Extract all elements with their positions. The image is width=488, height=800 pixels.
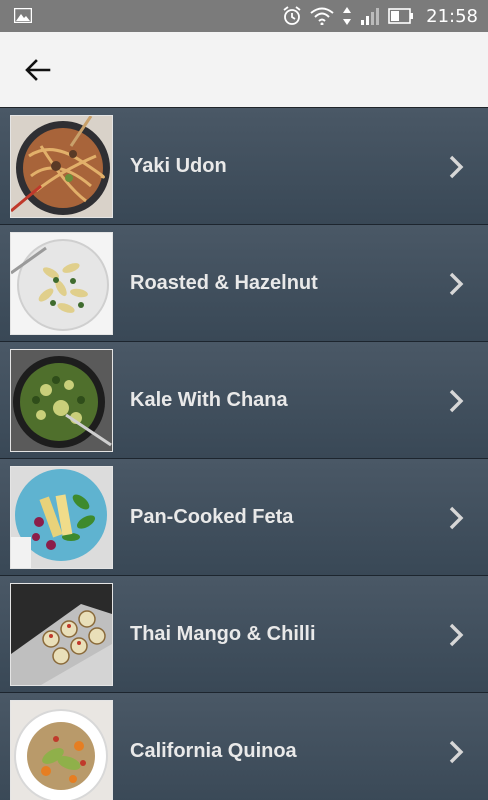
recipe-thumbnail (10, 349, 113, 452)
list-item-roasted-hazelnut[interactable]: Roasted & Hazelnut (0, 225, 488, 342)
app-bar (0, 32, 488, 108)
chevron-right-icon (449, 623, 464, 647)
chevron-right-icon (449, 740, 464, 764)
recipe-title: Kale With Chana (130, 389, 288, 411)
signal-icon (361, 8, 380, 25)
battery-icon (388, 8, 414, 24)
chevron-right-icon (449, 506, 464, 530)
clock: 21:58 (426, 5, 478, 27)
list-item-california-quinoa[interactable]: California Quinoa (0, 693, 488, 800)
chevron-right-icon (449, 389, 464, 413)
arrow-left-icon (25, 59, 51, 81)
recipe-title: Pan-Cooked Feta (130, 506, 294, 528)
recipe-thumbnail (10, 232, 113, 335)
recipe-title: Thai Mango & Chilli (130, 623, 316, 645)
status-bar: 21:58 (0, 0, 488, 32)
list-item-thai-mango-chilli[interactable]: Thai Mango & Chilli (0, 576, 488, 693)
list-item-kale-with-chana[interactable]: Kale With Chana (0, 342, 488, 459)
chevron-right-icon (449, 155, 464, 179)
recipe-title: Yaki Udon (130, 155, 227, 177)
list-item-yaki-udon[interactable]: Yaki Udon (0, 108, 488, 225)
list-item-pan-cooked-feta[interactable]: Pan-Cooked Feta (0, 459, 488, 576)
recipe-title: California Quinoa (130, 740, 297, 762)
recipe-thumbnail (10, 466, 113, 569)
image-icon (14, 8, 32, 23)
data-arrows-icon (343, 7, 352, 25)
back-button[interactable] (22, 54, 54, 86)
chevron-right-icon (449, 272, 464, 296)
recipe-title: Roasted & Hazelnut (130, 272, 318, 294)
recipe-thumbnail (10, 583, 113, 686)
recipe-thumbnail (10, 700, 113, 800)
wifi-icon (310, 7, 334, 25)
recipe-thumbnail (10, 115, 113, 218)
recipe-list: Yaki Udon Roasted & Hazelnut Kale With C… (0, 108, 488, 800)
alarm-icon (283, 6, 301, 25)
